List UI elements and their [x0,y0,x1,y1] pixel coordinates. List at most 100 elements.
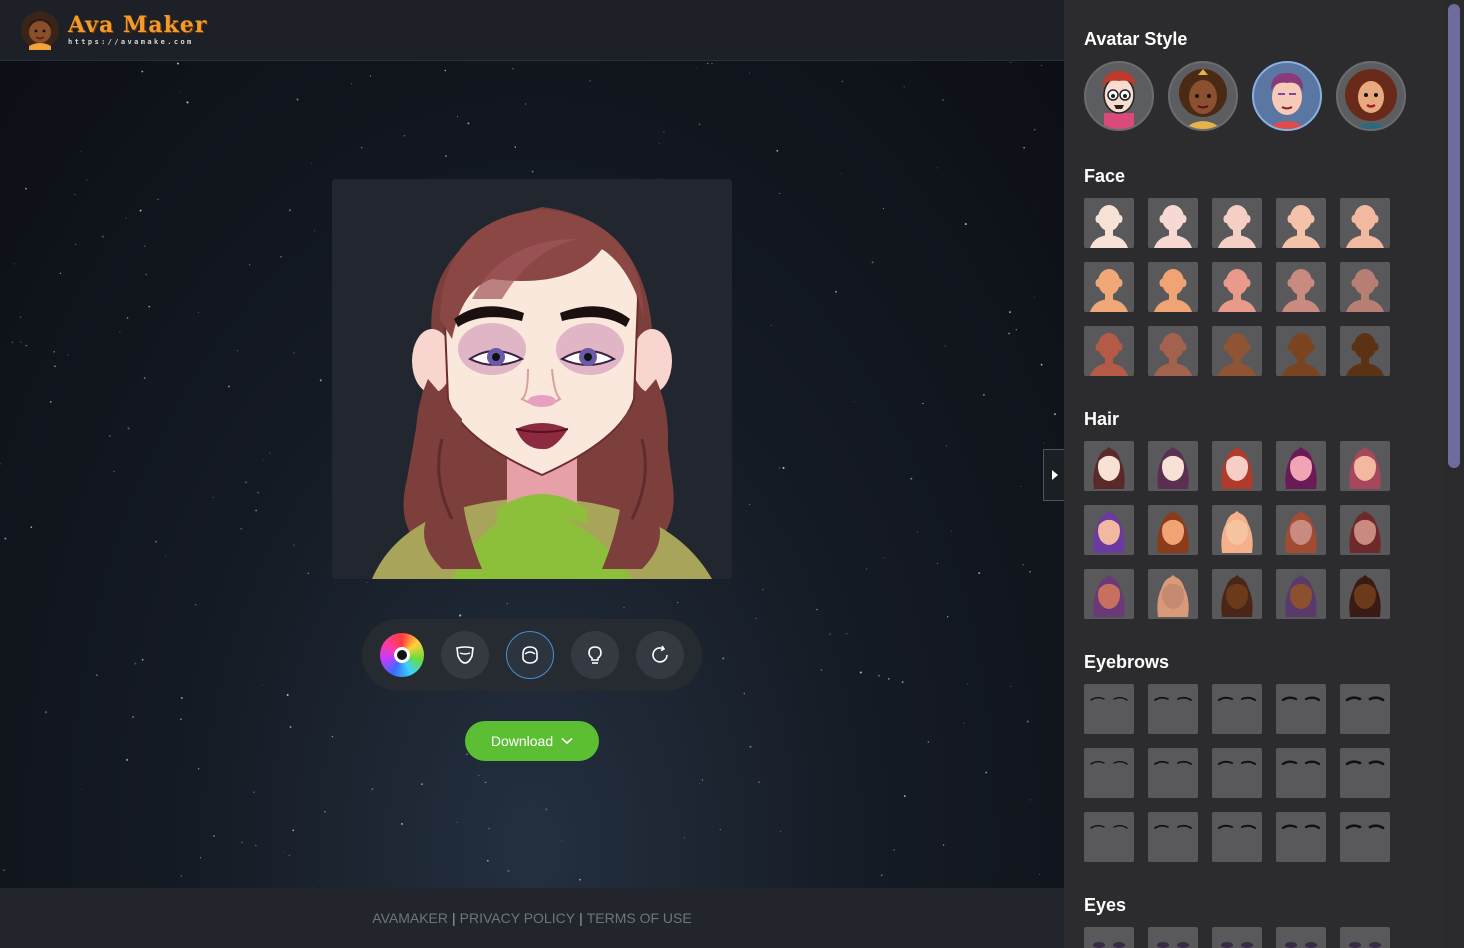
eyes-option[interactable] [1276,927,1326,948]
panel-scrollbar-thumb[interactable] [1448,4,1460,468]
star [145,273,148,276]
eyes-option[interactable] [1340,927,1390,948]
hair-option[interactable] [1148,505,1198,555]
idea-button[interactable] [571,631,619,679]
star [702,779,704,781]
face-option[interactable] [1084,326,1134,376]
reset-button[interactable] [636,631,684,679]
footer-link-avamaker[interactable]: AVAMAKER [372,910,448,926]
eye-shape-icon [1093,942,1125,948]
hair-option[interactable] [1276,569,1326,619]
eyebrows-option[interactable] [1212,684,1262,734]
face-option[interactable] [1148,262,1198,312]
footer: AVAMAKER | PRIVACY POLICY | TERMS OF USE [0,888,1064,948]
eyebrows-option[interactable] [1276,684,1326,734]
star [477,774,480,777]
logo-avatar-icon[interactable] [20,10,60,50]
star [589,80,591,82]
face-option[interactable] [1148,326,1198,376]
eyebrows-option[interactable] [1084,748,1134,798]
hair-option[interactable] [1084,569,1134,619]
footer-separator: | [579,910,583,926]
eyebrows-option[interactable] [1148,748,1198,798]
star [126,317,129,319]
face-shape-button[interactable] [506,631,554,679]
star [1022,564,1024,566]
hairstyle-icon [1157,447,1189,489]
avatar-style-option[interactable] [1084,61,1154,131]
star [1010,685,1012,687]
eyebrows-option[interactable] [1276,748,1326,798]
eyebrows-option[interactable] [1148,684,1198,734]
lightbulb-icon [588,646,602,664]
eyebrows-option[interactable] [1340,684,1390,734]
footer-link-terms-of-use[interactable]: TERMS OF USE [587,910,692,926]
footer-link-privacy-policy[interactable]: PRIVACY POLICY [460,910,575,926]
face-option[interactable] [1276,326,1326,376]
star [887,678,890,680]
star [1053,413,1057,416]
star [20,341,22,343]
face-option[interactable] [1212,326,1262,376]
eyebrows-option[interactable] [1340,748,1390,798]
star [255,509,257,512]
hair-option[interactable] [1212,569,1262,619]
mask-button[interactable] [441,631,489,679]
eyebrows-option[interactable] [1340,812,1390,862]
eyebrows-option[interactable] [1212,748,1262,798]
logo[interactable]: Ava Maker https://avamake.com [68,14,207,46]
face-option[interactable] [1340,198,1390,248]
face-option[interactable] [1276,198,1326,248]
hair-option[interactable] [1148,569,1198,619]
download-button[interactable]: Download [465,721,599,761]
face-option[interactable] [1340,262,1390,312]
avatar-style-option[interactable] [1336,61,1406,131]
eyebrows-option[interactable] [1084,684,1134,734]
star [421,783,423,786]
avatar-stage: Download [0,61,1064,888]
hair-option[interactable] [1084,441,1134,491]
face-option[interactable] [1212,198,1262,248]
eyebrows-option[interactable] [1084,812,1134,862]
star [240,527,243,530]
avatar-style-option[interactable] [1168,61,1238,131]
eyes-option[interactable] [1148,927,1198,948]
star [488,827,490,830]
eyebrows-option[interactable] [1148,812,1198,862]
star [11,341,14,344]
hair-title: Hair [1084,409,1120,429]
avatar-style-option-selected[interactable] [1252,61,1322,131]
hair-option[interactable] [1340,505,1390,555]
hair-option[interactable] [1276,505,1326,555]
hair-option[interactable] [1212,441,1262,491]
star [53,351,55,353]
face-option[interactable] [1276,262,1326,312]
hairstyle-icon [1093,447,1125,489]
face-option[interactable] [1340,326,1390,376]
hair-option[interactable] [1340,441,1390,491]
eyes-option[interactable] [1084,927,1134,948]
face-option[interactable] [1212,262,1262,312]
hair-option[interactable] [1148,441,1198,491]
hair-option[interactable] [1084,505,1134,555]
face-option[interactable] [1084,262,1134,312]
eyebrows-option[interactable] [1212,812,1262,862]
star [180,875,183,877]
eyebrow-shape-icon [1218,760,1256,765]
hair-option[interactable] [1212,505,1262,555]
face-option[interactable] [1084,198,1134,248]
star [846,633,848,635]
hair-option[interactable] [1340,569,1390,619]
color-wheel-icon[interactable] [380,633,424,677]
eyes-option[interactable] [1212,927,1262,948]
star [698,123,701,126]
star [54,365,56,367]
star [108,435,111,437]
face-option[interactable] [1148,198,1198,248]
hair-option[interactable] [1276,441,1326,491]
eyebrows-option[interactable] [1276,812,1326,862]
avatar-illustration [372,207,712,579]
star [176,62,179,65]
eyebrow-shape-icon [1281,696,1321,702]
panel-collapse-toggle[interactable] [1043,449,1065,501]
